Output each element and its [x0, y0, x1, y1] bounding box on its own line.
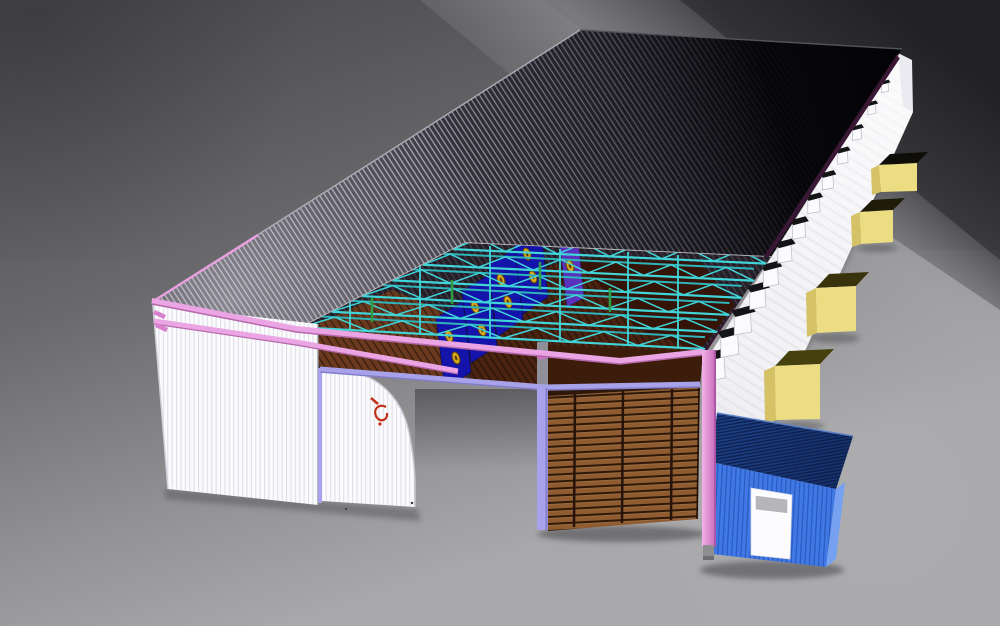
- site-hut: [711, 413, 853, 567]
- box-side: [851, 212, 861, 247]
- post-foot-shadow: [703, 556, 714, 560]
- corner-column: [702, 350, 716, 560]
- box-front: [775, 364, 820, 420]
- box-side: [764, 366, 776, 424]
- door-latch-dot: [411, 502, 413, 504]
- box-shadow: [812, 333, 860, 343]
- hut-door-window: [755, 495, 788, 514]
- stack-gap: [671, 389, 672, 520]
- box-shadow: [857, 244, 897, 252]
- logo-dot-icon: [378, 422, 381, 425]
- box-front: [860, 210, 893, 244]
- backdrop-corner-vignette: [0, 0, 320, 260]
- box-side: [806, 288, 817, 337]
- box-front: [879, 163, 917, 192]
- stack-gap: [574, 394, 575, 527]
- warehouse-3d-render: [0, 0, 1000, 626]
- pink-corner-post: [702, 350, 716, 547]
- 3d-viewport[interactable]: [0, 0, 1000, 626]
- stack-gap: [622, 391, 623, 523]
- interior-post-upper: [537, 342, 548, 390]
- door-latch-dot: [345, 508, 347, 510]
- doorway-floor-shade: [415, 389, 546, 528]
- box-front: [816, 286, 856, 333]
- lumber-stacks: [548, 380, 700, 531]
